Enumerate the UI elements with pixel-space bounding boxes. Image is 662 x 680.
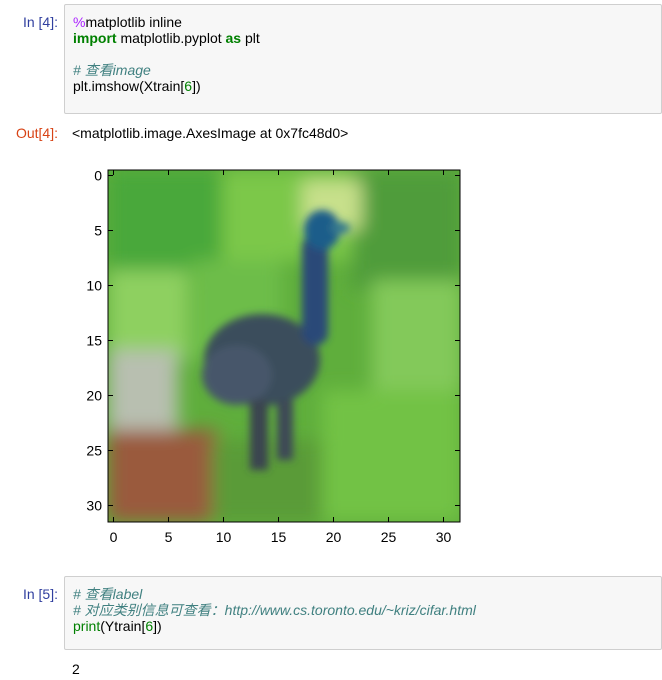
code-line-4-comment: # 查看image (73, 62, 151, 78)
out-4-prompt: Out[4]: (15, 125, 58, 141)
code-line-2-comment: # 对应类别信息可查看：http://www.cs.toronto.edu/~k… (73, 602, 476, 618)
code-line-1: %matplotlib inline (73, 14, 182, 30)
y-tick-label: 20 (86, 388, 102, 404)
x-tick-label: 25 (381, 529, 397, 545)
x-tick-label: 5 (165, 529, 173, 545)
code-line-2: import matplotlib.pyplot as plt (73, 30, 260, 46)
y-tick-label: 0 (94, 168, 102, 184)
y-tick-label: 5 (94, 223, 102, 239)
x-tick-label: 0 (110, 529, 118, 545)
y-tick-label: 10 (86, 278, 102, 294)
out-4-text: <matplotlib.image.AxesImage at 0x7fc48d0… (72, 125, 349, 141)
imshow-figure: 0 5 10 15 20 25 30 0 5 10 15 20 25 30 (72, 160, 472, 555)
cell-4-prompt: In [4]: (22, 14, 58, 30)
y-tick-label: 30 (86, 498, 102, 514)
y-tick-label: 15 (86, 333, 102, 349)
code-cell-4-source[interactable]: %matplotlib inline import matplotlib.pyp… (65, 5, 661, 94)
y-tick-label: 25 (86, 443, 102, 459)
x-tick-label: 30 (436, 529, 452, 545)
x-tick-label: 20 (326, 529, 342, 545)
code-cell-5-source[interactable]: # 查看label # 对应类别信息可查看：http://www.cs.toro… (65, 577, 661, 634)
imshow-plot: 0 5 10 15 20 25 30 0 5 10 15 20 25 30 (86, 168, 461, 545)
cell-5-prompt: In [5]: (22, 586, 58, 602)
code-cell-4[interactable]: %matplotlib inline import matplotlib.pyp… (64, 4, 662, 114)
code-line-3: print(Ytrain[6]) (73, 618, 162, 634)
x-tick-labels: 0 5 10 15 20 25 30 (110, 529, 452, 545)
out-5-text: 2 (72, 661, 80, 677)
code-cell-5[interactable]: # 查看label # 对应类别信息可查看：http://www.cs.toro… (64, 576, 662, 650)
y-tick-labels: 0 5 10 15 20 25 30 (86, 168, 102, 514)
code-line-1-comment: # 查看label (73, 586, 143, 602)
cifar-bird-image (108, 170, 460, 522)
code-line-5: plt.imshow(Xtrain[6]) (73, 78, 201, 94)
x-tick-label: 15 (271, 529, 287, 545)
x-tick-label: 10 (216, 529, 232, 545)
